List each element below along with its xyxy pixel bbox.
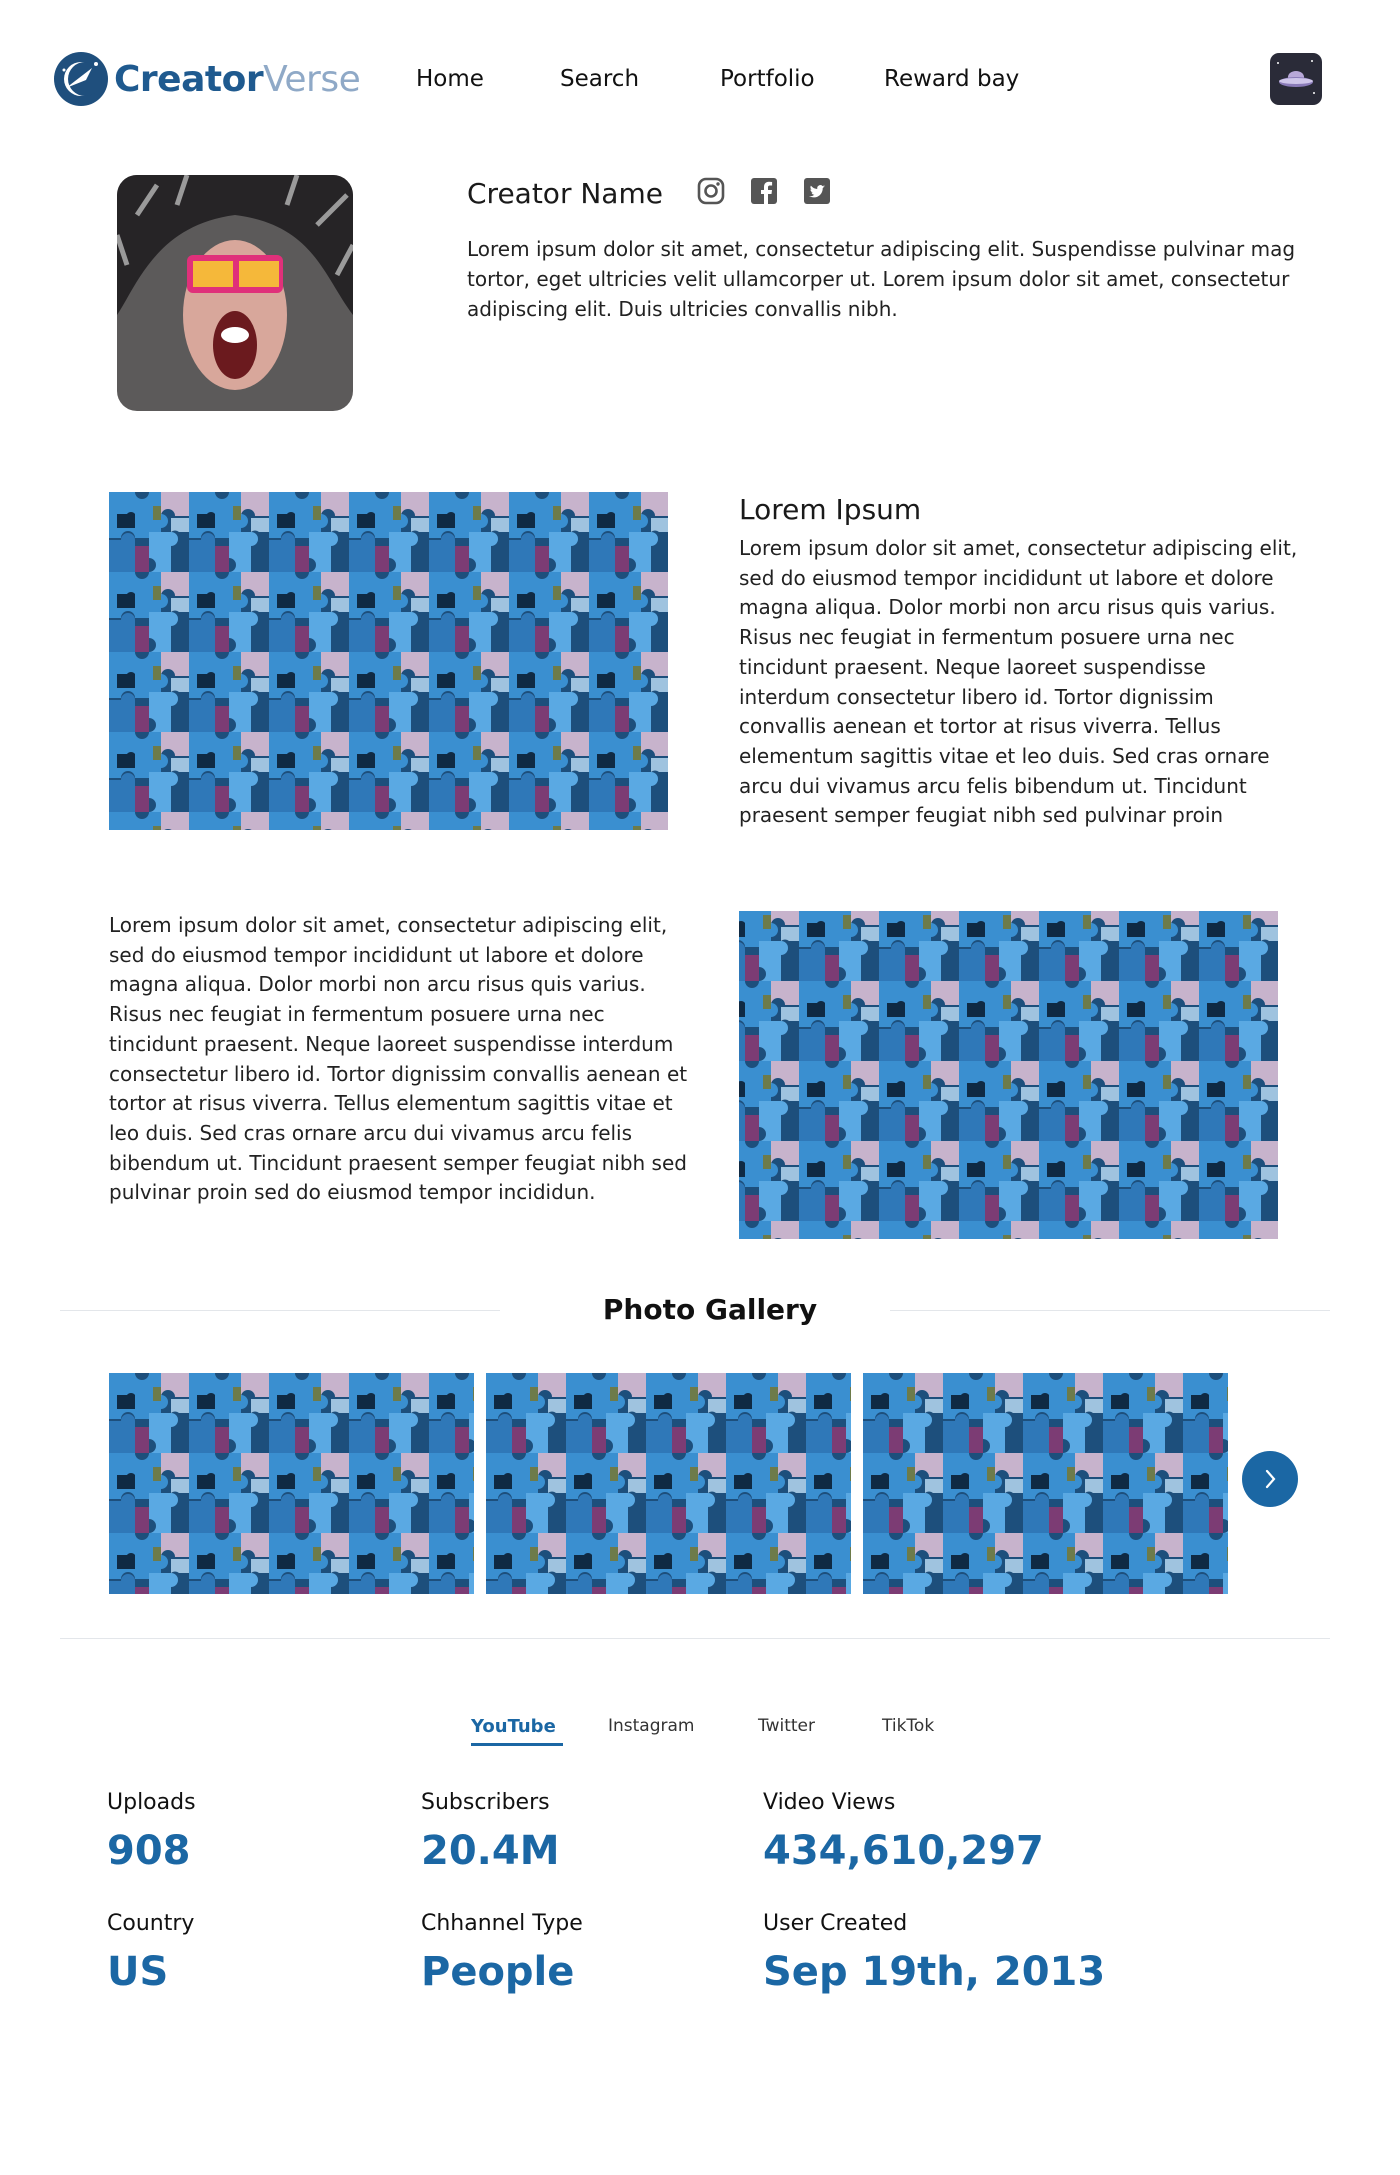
stat-label-subscribers: Subscribers: [421, 1790, 550, 1815]
feature-text-2: Lorem ipsum dolor sit amet, consectetur …: [109, 913, 688, 1205]
top-navbar: CreatorVerse Home Search Portfolio Rewar…: [0, 0, 1400, 160]
feature-image-2: [739, 911, 1298, 1249]
nav-search[interactable]: Search: [560, 66, 639, 92]
stat-value-channel-type: People: [421, 1949, 575, 1995]
stat-value-subscribers: 20.4M: [421, 1828, 560, 1874]
stat-value-video-views: 434,610,297: [763, 1828, 1044, 1874]
creator-bio: Lorem ipsum dolor sit amet, consectetur …: [467, 237, 1296, 321]
gallery-thumb[interactable]: [109, 1373, 474, 1594]
active-tab-indicator: [471, 1743, 563, 1746]
tab-youtube[interactable]: YouTube: [471, 1716, 556, 1737]
facebook-icon[interactable]: [750, 177, 778, 205]
ufo-icon: [1277, 60, 1315, 94]
feature-text-1: Lorem ipsum dolor sit amet, consectetur …: [739, 536, 1298, 828]
tab-twitter[interactable]: Twitter: [758, 1716, 815, 1736]
nav-reward-bay[interactable]: Reward bay: [884, 66, 1019, 92]
stat-value-user-created: Sep 19th, 2013: [763, 1949, 1106, 1995]
brand-logo[interactable]: CreatorVerse: [52, 50, 361, 108]
instagram-icon[interactable]: [697, 177, 725, 205]
stat-label-channel-type: Chhannel Type: [421, 1911, 583, 1936]
rocket-logo-icon: [54, 52, 108, 106]
tab-tiktok[interactable]: TikTok: [882, 1716, 934, 1736]
stat-label-user-created: User Created: [763, 1911, 908, 1936]
stat-label-country: Country: [107, 1911, 195, 1936]
gallery-thumb[interactable]: [863, 1373, 1228, 1594]
gallery-thumb[interactable]: [486, 1373, 851, 1594]
gallery-title: Photo Gallery: [602, 1293, 818, 1326]
section-divider: [60, 1638, 1330, 1639]
brand-name: CreatorVerse: [114, 58, 361, 100]
user-avatar-button[interactable]: [1270, 53, 1322, 105]
chevron-right-icon: [1265, 1469, 1276, 1489]
stat-label-uploads: Uploads: [107, 1790, 196, 1815]
creator-name: Creator Name: [467, 177, 663, 210]
stat-value-country: US: [107, 1949, 169, 1995]
nav-home[interactable]: Home: [416, 66, 484, 92]
feature-title: Lorem Ipsum: [739, 493, 922, 526]
creator-avatar: [117, 175, 353, 411]
gallery-next-button[interactable]: [1242, 1451, 1298, 1507]
feature-image-1: [109, 492, 668, 830]
tab-instagram[interactable]: Instagram: [608, 1716, 695, 1736]
stat-value-uploads: 908: [107, 1828, 191, 1874]
twitter-icon[interactable]: [803, 177, 831, 205]
nav-portfolio[interactable]: Portfolio: [720, 66, 815, 92]
stat-label-video-views: Video Views: [763, 1790, 896, 1815]
